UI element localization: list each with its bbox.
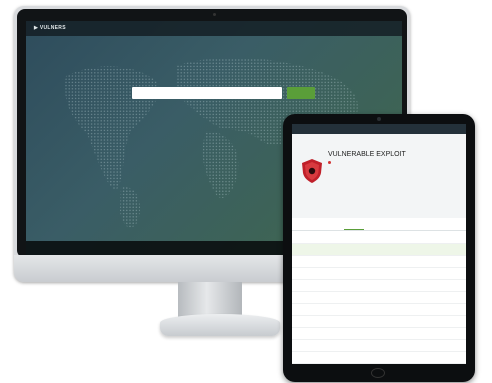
vulnerability-header bbox=[292, 134, 466, 218]
table-row[interactable] bbox=[292, 304, 466, 316]
tablet-device: VULNERABLE EXPLOIT bbox=[283, 114, 475, 382]
table-row[interactable] bbox=[292, 280, 466, 292]
table-row[interactable] bbox=[292, 292, 466, 304]
tablet-screen: VULNERABLE EXPLOIT bbox=[292, 124, 466, 364]
camera-dot-icon bbox=[213, 13, 216, 16]
monitor-stand-base bbox=[160, 314, 280, 336]
search-bar bbox=[132, 87, 326, 99]
table-row[interactable] bbox=[292, 316, 466, 328]
desktop-logo[interactable]: ▶ VULNERS bbox=[34, 25, 66, 31]
popular-searches-column bbox=[138, 115, 218, 118]
table-row[interactable] bbox=[292, 328, 466, 340]
tablet-topbar bbox=[292, 124, 466, 134]
search-input[interactable] bbox=[132, 87, 282, 99]
shield-alert-icon bbox=[302, 159, 322, 183]
references-table bbox=[292, 232, 466, 364]
table-row[interactable] bbox=[292, 340, 466, 352]
table-row[interactable] bbox=[292, 244, 466, 256]
table-header-row bbox=[292, 232, 466, 244]
desktop-nav bbox=[380, 25, 392, 30]
detail-tabs bbox=[292, 218, 466, 231]
camera-dot-icon bbox=[377, 117, 381, 121]
desktop-topbar: ▶ VULNERS bbox=[26, 21, 402, 36]
table-row[interactable] bbox=[292, 268, 466, 280]
danger-badge bbox=[328, 161, 333, 165]
search-button[interactable] bbox=[287, 87, 315, 99]
page-title: VULNERABLE EXPLOIT bbox=[328, 151, 406, 158]
home-button-icon[interactable] bbox=[371, 368, 385, 378]
monitor-stand-neck bbox=[178, 282, 242, 318]
table-row[interactable] bbox=[292, 352, 466, 364]
active-tab-indicator bbox=[344, 229, 364, 230]
table-row[interactable] bbox=[292, 256, 466, 268]
